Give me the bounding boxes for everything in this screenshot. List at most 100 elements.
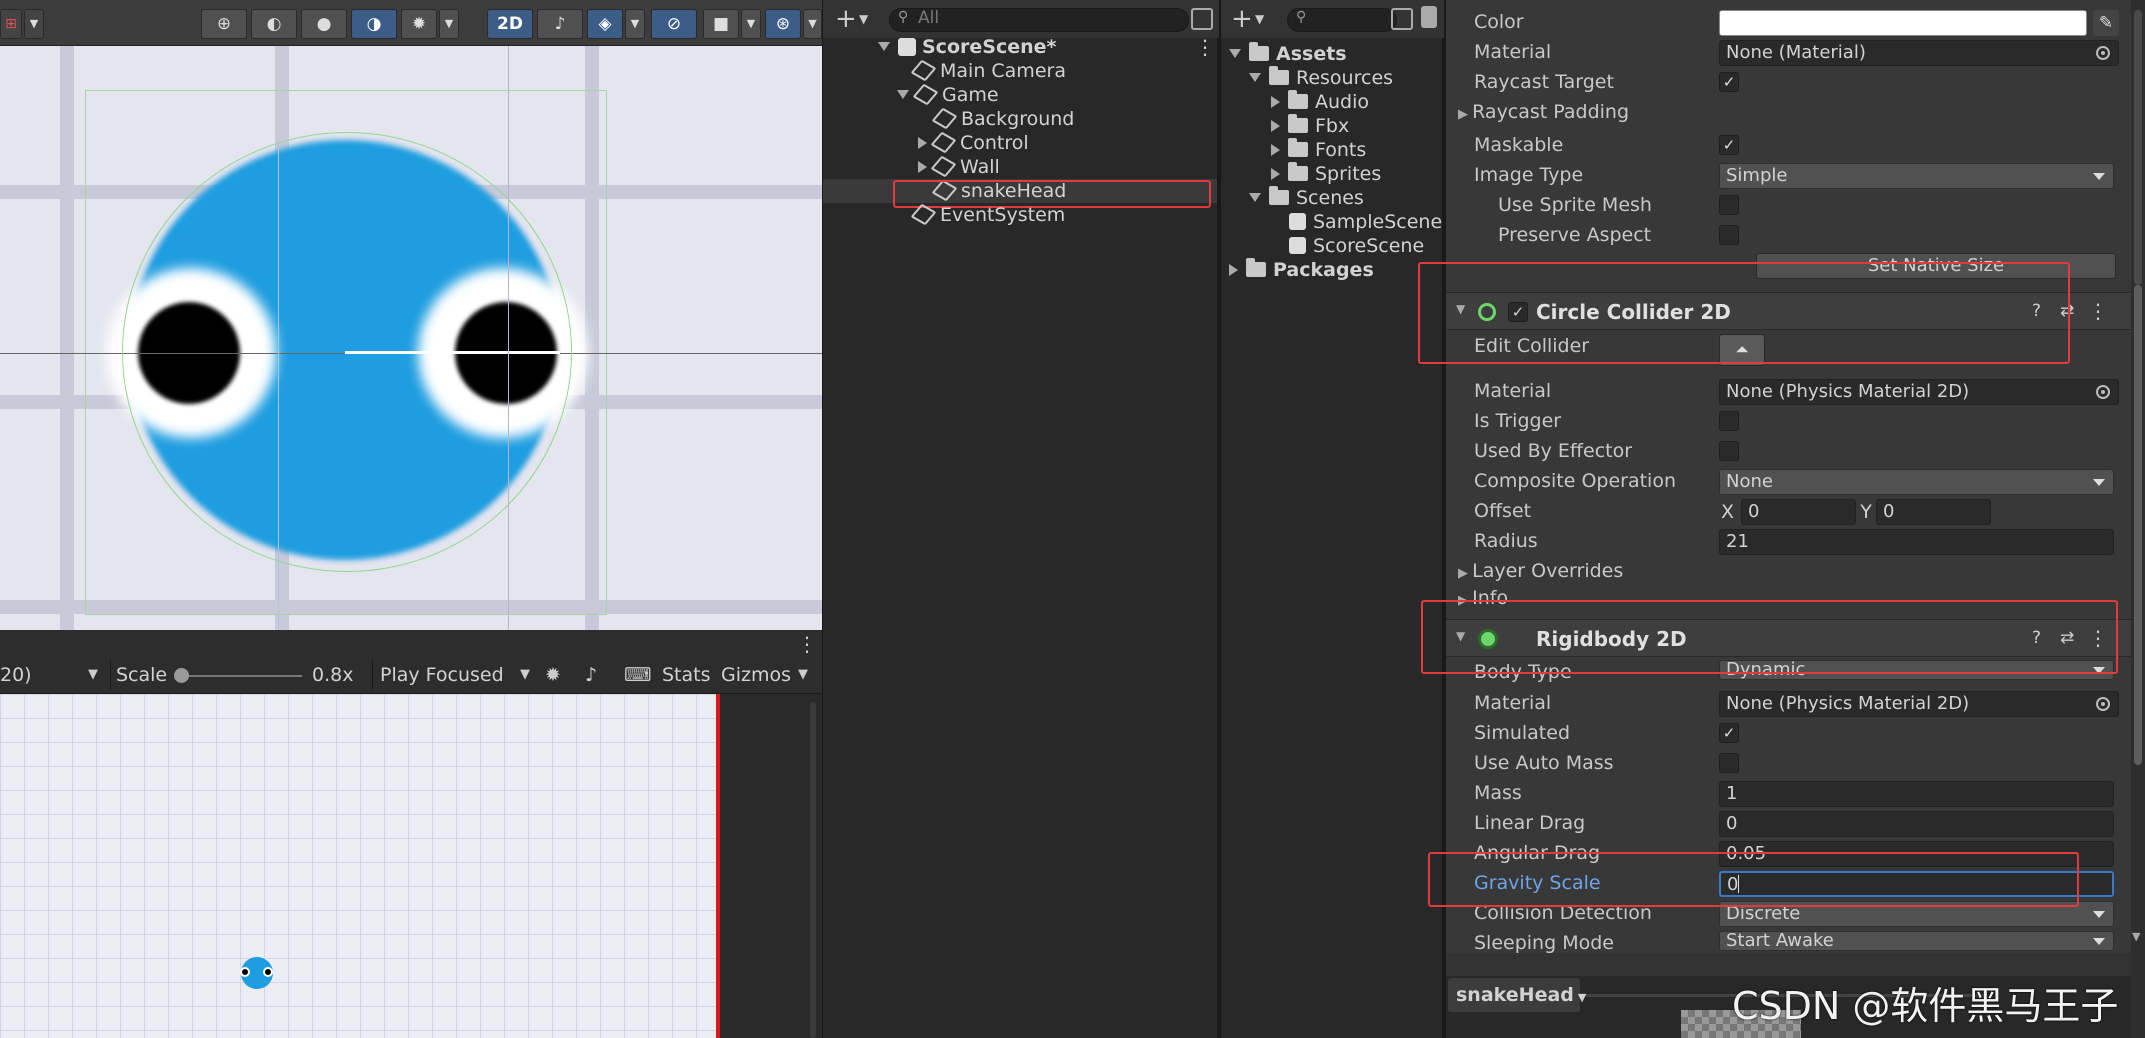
expand-arrow-icon[interactable] — [1249, 193, 1261, 202]
use-sprite-mesh-checkbox[interactable] — [1719, 195, 1739, 215]
project-item-packages[interactable]: Packages — [1229, 258, 1374, 282]
gizmos-toggle-icon[interactable]: ⊛ — [765, 9, 801, 39]
scroll-down-arrow-icon[interactable]: ▼ — [2132, 930, 2140, 943]
game-menu-icon[interactable]: ⋮ — [797, 632, 817, 656]
simulated-checkbox[interactable]: ✓ — [1719, 723, 1739, 743]
shaded-wireframe-icon[interactable]: ◐ — [251, 9, 297, 39]
material-field[interactable]: None (Material) — [1719, 40, 2119, 66]
scene-menu-icon[interactable]: ⋮ — [1195, 35, 1215, 59]
circle-collider-header[interactable]: ▼ ✓ Circle Collider 2D ? ⇄ ⋮ — [1446, 292, 2131, 330]
scale-slider-track[interactable] — [180, 675, 302, 677]
hierarchy-item-control[interactable]: Control — [918, 131, 1029, 155]
collapse-arrow-icon[interactable] — [1271, 120, 1280, 132]
presets-icon[interactable]: ⇄ — [2060, 301, 2074, 321]
scale-slider-thumb[interactable] — [174, 668, 189, 683]
expand-arrow-icon[interactable] — [1229, 49, 1241, 58]
stats-button[interactable]: Stats — [662, 663, 711, 687]
add-object-icon[interactable]: + — [835, 4, 857, 34]
expand-arrow-icon[interactable] — [878, 42, 890, 51]
edit-collider-button[interactable]: ⏶ — [1719, 334, 1765, 366]
play-mode-dropdown[interactable]: Play Focused ▼ — [380, 663, 530, 687]
collapse-arrow-icon[interactable] — [1271, 144, 1280, 156]
gizmos-dropdown-icon[interactable]: ▼ — [798, 667, 808, 682]
scene-effects-icon[interactable]: ◈ — [587, 9, 623, 39]
body-type-dropdown[interactable]: Dynamic — [1719, 660, 2114, 680]
angular-drag-field[interactable]: 0.05 — [1719, 841, 2114, 867]
shaded-icon[interactable]: ● — [301, 9, 347, 39]
bug-icon[interactable]: ✹ — [545, 663, 561, 687]
info-foldout[interactable]: ▶ Info — [1458, 587, 1508, 609]
project-item-assets[interactable]: Assets — [1229, 42, 1347, 66]
component-menu-icon[interactable]: ⋮ — [2088, 626, 2108, 650]
project-search-input[interactable]: ⚲ — [1287, 8, 1397, 32]
grid-snap-icon[interactable]: ⊞ — [0, 9, 22, 39]
hierarchy-item-game[interactable]: Game — [897, 83, 999, 107]
presets-icon[interactable]: ⇄ — [2060, 628, 2074, 648]
keyboard-icon[interactable]: ⌨ — [624, 663, 651, 687]
hierarchy-item-background[interactable]: Background — [931, 107, 1074, 131]
2d-mode-button[interactable]: 2D — [487, 9, 533, 39]
hierarchy-item-snake-head[interactable]: snakeHead — [931, 179, 1066, 203]
scrollbar-thumb[interactable] — [2134, 285, 2142, 765]
rigidbody-material-field[interactable]: None (Physics Material 2D) — [1719, 691, 2119, 717]
scene-camera-icon[interactable]: ■ — [703, 9, 739, 39]
mute-audio-icon[interactable]: ♪ — [585, 663, 597, 687]
scene-view[interactable] — [0, 0, 822, 630]
camera-dropdown-icon[interactable]: ▼ — [741, 9, 761, 39]
object-picker-icon[interactable] — [2096, 46, 2110, 60]
composite-operation-dropdown[interactable]: None — [1719, 469, 2114, 495]
debug-draw-icon[interactable]: ✹ — [401, 9, 437, 39]
scene-audio-icon[interactable]: ♪ — [537, 9, 583, 39]
collapse-arrow-icon[interactable] — [1229, 264, 1238, 276]
sleeping-mode-dropdown[interactable]: Start Awake — [1719, 931, 2114, 951]
lock-icon[interactable] — [1421, 6, 1437, 28]
expand-arrow-icon[interactable] — [897, 90, 909, 99]
project-item-sprites[interactable]: Sprites — [1271, 162, 1381, 186]
preserve-aspect-checkbox[interactable] — [1719, 225, 1739, 245]
create-dropdown-icon[interactable]: ▼ — [1255, 12, 1264, 26]
project-item-resources[interactable]: Resources — [1249, 66, 1393, 90]
collapse-arrow-icon[interactable] — [918, 137, 927, 149]
is-trigger-checkbox[interactable] — [1719, 411, 1739, 431]
game-view[interactable] — [0, 694, 822, 1038]
offset-y-field[interactable]: 0 — [1876, 499, 1991, 525]
scene-root[interactable]: ScoreScene* — [878, 35, 1056, 59]
gravity-scale-field[interactable]: 0 — [1719, 871, 2114, 897]
maskable-checkbox[interactable]: ✓ — [1719, 135, 1739, 155]
shading-dropdown-icon[interactable]: ▼ — [439, 9, 459, 39]
foldout-arrow-icon[interactable]: ▼ — [1456, 629, 1465, 643]
eyedropper-icon[interactable]: ✎ — [2093, 10, 2119, 36]
mass-field[interactable]: 1 — [1719, 781, 2114, 807]
collapse-arrow-icon[interactable] — [1271, 96, 1280, 108]
collider-material-field[interactable]: None (Physics Material 2D) — [1719, 379, 2119, 405]
add-dropdown-icon[interactable]: ▼ — [859, 12, 868, 26]
color-field[interactable] — [1719, 10, 2087, 36]
project-item-audio[interactable]: Audio — [1271, 90, 1369, 114]
hierarchy-search-input[interactable]: ⚲ All — [889, 8, 1189, 32]
search-scope-icon[interactable] — [1191, 8, 1213, 30]
project-item-fbx[interactable]: Fbx — [1271, 114, 1349, 138]
collapse-arrow-icon[interactable] — [918, 161, 927, 173]
game-scrollbar[interactable] — [810, 702, 816, 1038]
layer-overrides-foldout[interactable]: ▶ Layer Overrides — [1458, 560, 1623, 582]
radius-field[interactable]: 21 — [1719, 529, 2114, 555]
rigidbody-header[interactable]: ▼ Rigidbody 2D ? ⇄ ⋮ — [1446, 619, 2131, 657]
raycast-target-checkbox[interactable]: ✓ — [1719, 72, 1739, 92]
hierarchy-item-event-system[interactable]: EventSystem — [910, 203, 1065, 227]
hierarchy-item-main-camera[interactable]: Main Camera — [910, 59, 1066, 83]
image-type-dropdown[interactable]: Simple — [1719, 163, 2114, 189]
foldout-arrow-icon[interactable]: ▼ — [1456, 302, 1465, 316]
help-icon[interactable]: ? — [2032, 301, 2041, 321]
object-picker-icon[interactable] — [2096, 385, 2110, 399]
resolution-dropdown[interactable]: 20) ▼ — [0, 663, 98, 687]
component-menu-icon[interactable]: ⋮ — [2088, 299, 2108, 323]
create-asset-icon[interactable]: + — [1231, 4, 1253, 34]
gizmos-button[interactable]: Gizmos — [721, 663, 791, 687]
gizmos-dropdown-icon[interactable]: ▼ — [803, 9, 822, 39]
collision-detection-dropdown[interactable]: Discrete — [1719, 901, 2114, 927]
effects-dropdown-icon[interactable]: ▼ — [625, 9, 645, 39]
object-picker-icon[interactable] — [2096, 697, 2110, 711]
project-item-score-scene[interactable]: ScoreScene — [1289, 234, 1424, 258]
search-filter-icon[interactable] — [1391, 8, 1413, 30]
wireframe-shading-icon[interactable]: ⊕ — [201, 9, 247, 39]
